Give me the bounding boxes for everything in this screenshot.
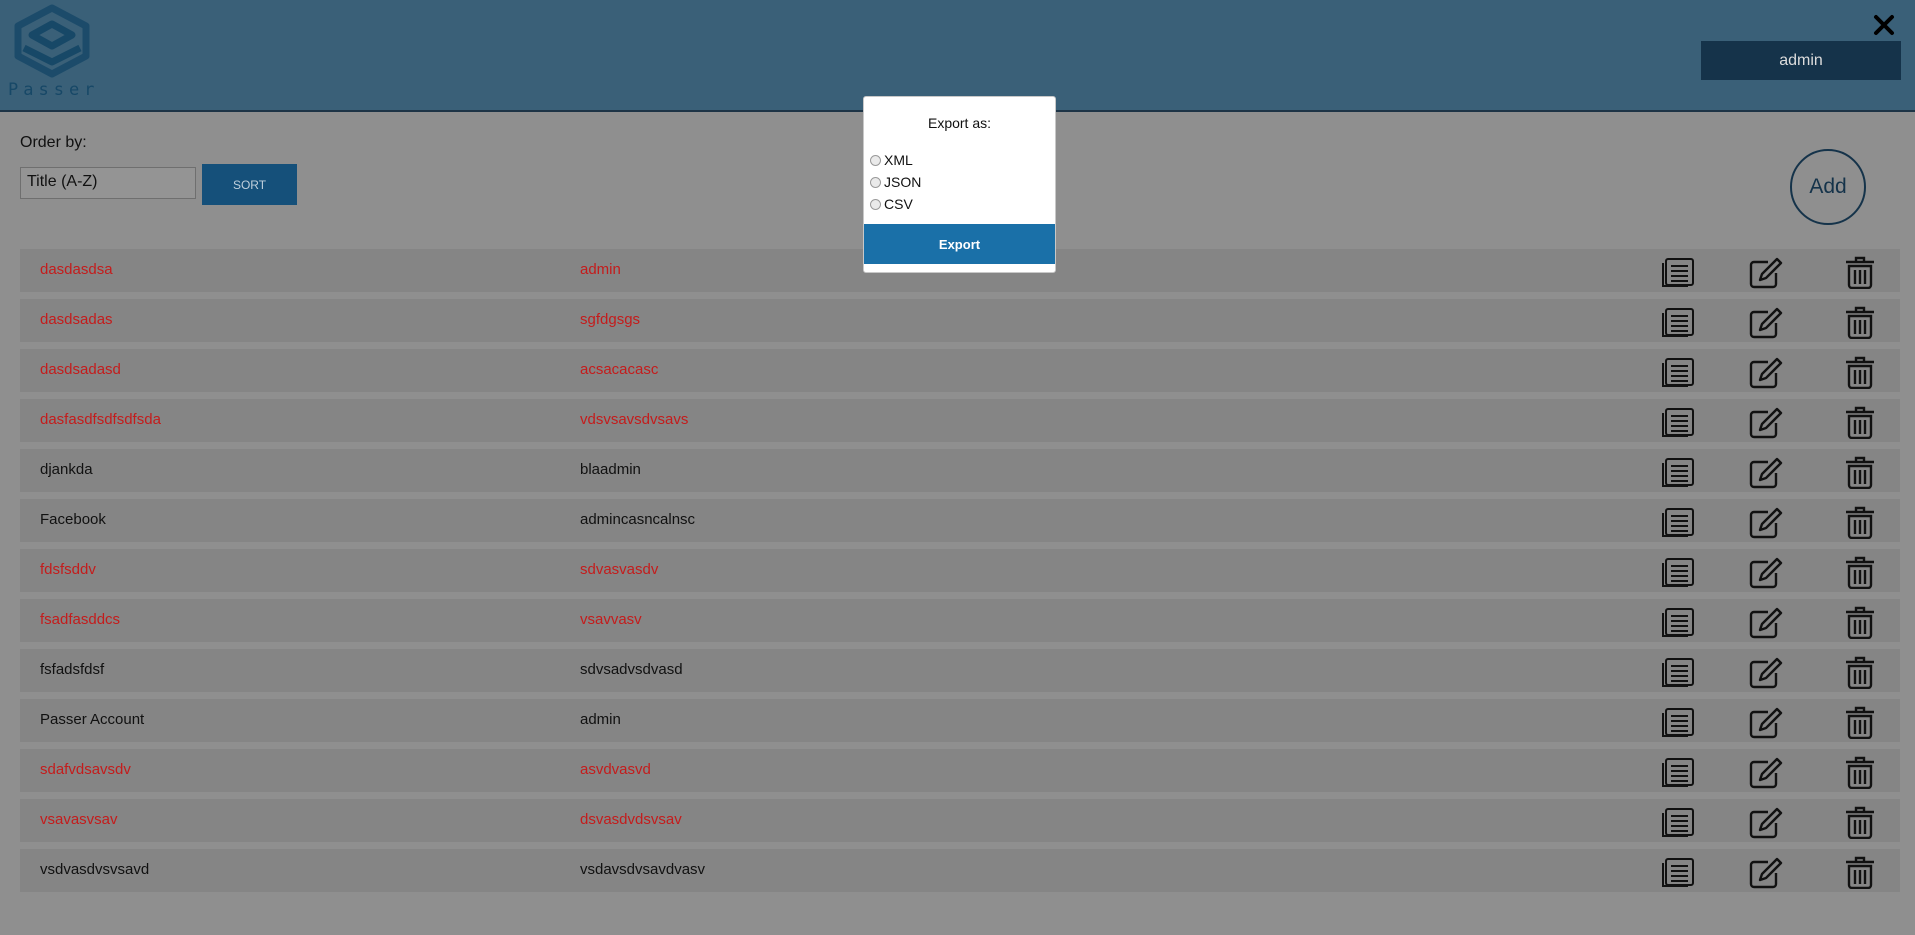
entry-username: admin bbox=[580, 711, 621, 728]
export-option-xml[interactable]: XML bbox=[870, 152, 913, 168]
trash-icon[interactable] bbox=[1842, 756, 1878, 790]
radio-xml[interactable] bbox=[870, 154, 881, 166]
view-icon[interactable] bbox=[1660, 506, 1696, 539]
trash-icon[interactable] bbox=[1842, 456, 1878, 490]
edit-icon[interactable] bbox=[1748, 306, 1784, 339]
table-row[interactable]: vsavasvsav dsvasdvdsvsav bbox=[20, 799, 1900, 842]
trash-icon[interactable] bbox=[1842, 856, 1878, 890]
edit-icon[interactable] bbox=[1748, 606, 1784, 639]
entry-title: vsdvasdvsvsavd bbox=[40, 861, 150, 878]
table-row[interactable]: djankda blaadmin bbox=[20, 449, 1900, 492]
user-menu-button[interactable]: admin bbox=[1701, 41, 1901, 80]
edit-icon[interactable] bbox=[1748, 456, 1784, 489]
trash-icon[interactable] bbox=[1842, 356, 1878, 390]
entry-username: sdvasvasdv bbox=[580, 561, 659, 578]
edit-icon[interactable] bbox=[1748, 406, 1784, 439]
entry-username: blaadmin bbox=[580, 461, 641, 478]
entry-title: djankda bbox=[40, 461, 93, 478]
entry-title: fdsfsddv bbox=[40, 561, 96, 578]
entry-username: vsdavsdvsavdvasv bbox=[580, 861, 706, 878]
entry-username: dsvasdvdsvsav bbox=[580, 811, 682, 828]
entry-username: sgfdgsgs bbox=[580, 311, 641, 328]
view-icon[interactable] bbox=[1660, 806, 1696, 839]
view-icon[interactable] bbox=[1660, 656, 1696, 689]
view-icon[interactable] bbox=[1660, 706, 1696, 739]
trash-icon[interactable] bbox=[1842, 656, 1878, 690]
export-dialog-title: Export as: bbox=[927, 115, 992, 131]
entry-title: Facebook bbox=[40, 511, 106, 528]
order-by-label: Order by: bbox=[20, 134, 87, 151]
view-icon[interactable] bbox=[1660, 356, 1696, 389]
entry-title: vsavasvsav bbox=[40, 811, 118, 828]
edit-icon[interactable] bbox=[1748, 656, 1784, 689]
entry-title: dasdsadasd bbox=[40, 361, 121, 378]
edit-icon[interactable] bbox=[1748, 256, 1784, 289]
entry-title: dasfasdfsdfsdfsda bbox=[40, 411, 161, 428]
view-icon[interactable] bbox=[1660, 406, 1696, 439]
table-row[interactable]: dasfasdfsdfsdfsda vdsvsavsdvsavs bbox=[20, 399, 1900, 442]
entry-username: acsacacasc bbox=[580, 361, 659, 378]
export-button[interactable]: Export bbox=[864, 224, 1055, 264]
trash-icon[interactable] bbox=[1842, 556, 1878, 590]
entry-title: Passer Account bbox=[40, 711, 145, 728]
entry-title: dasdsadas bbox=[40, 311, 113, 328]
edit-icon[interactable] bbox=[1748, 756, 1784, 789]
radio-csv[interactable] bbox=[870, 198, 881, 210]
table-row[interactable]: vsdvasdvsvsavd vsdavsdvsavdvasv bbox=[20, 849, 1900, 892]
export-option-label: CSV bbox=[884, 196, 913, 212]
trash-icon[interactable] bbox=[1842, 256, 1878, 290]
export-option-csv[interactable]: CSV bbox=[870, 196, 913, 212]
table-row[interactable]: fdsfsddv sdvasvasdv bbox=[20, 549, 1900, 592]
edit-icon[interactable] bbox=[1748, 706, 1784, 739]
export-dialog: Export as: XML JSON CSV Export bbox=[863, 96, 1056, 273]
table-row[interactable]: dasdsadasd acsacacasc bbox=[20, 349, 1900, 392]
close-icon[interactable] bbox=[1873, 14, 1895, 36]
export-option-label: XML bbox=[884, 152, 913, 168]
entries-list: dasdasdsa admin dasdsadas sgfdgsgs dasdsadas… bbox=[20, 249, 1900, 899]
trash-icon[interactable] bbox=[1842, 306, 1878, 340]
sort-button[interactable]: SORT bbox=[202, 164, 297, 205]
entry-title: dasdasdsa bbox=[40, 261, 113, 278]
trash-icon[interactable] bbox=[1842, 406, 1878, 440]
view-icon[interactable] bbox=[1660, 456, 1696, 489]
entry-title: fsfadsfdsf bbox=[40, 661, 105, 678]
view-icon[interactable] bbox=[1660, 606, 1696, 639]
order-by-select[interactable]: Title (A-Z) bbox=[20, 167, 196, 199]
table-row[interactable]: fsadfasddcs vsavvasv bbox=[20, 599, 1900, 642]
entry-username: sdvsadvsdvasd bbox=[580, 661, 683, 678]
entry-username: admin bbox=[580, 261, 621, 278]
edit-icon[interactable] bbox=[1748, 356, 1784, 389]
view-icon[interactable] bbox=[1660, 756, 1696, 789]
radio-json[interactable] bbox=[870, 176, 881, 188]
table-row[interactable]: Facebook admincasncalnsc bbox=[20, 499, 1900, 542]
export-option-json[interactable]: JSON bbox=[870, 174, 921, 190]
view-icon[interactable] bbox=[1660, 256, 1696, 289]
table-row[interactable]: dasdsadas sgfdgsgs bbox=[20, 299, 1900, 342]
entry-username: admincasncalnsc bbox=[580, 511, 696, 528]
entry-username: vdsvsavsdvsavs bbox=[580, 411, 689, 428]
view-icon[interactable] bbox=[1660, 556, 1696, 589]
trash-icon[interactable] bbox=[1842, 606, 1878, 640]
view-icon[interactable] bbox=[1660, 306, 1696, 339]
table-row[interactable]: fsfadsfdsf sdvsadvsdvasd bbox=[20, 649, 1900, 692]
table-row[interactable]: sdafvdsavsdv asvdvasvd bbox=[20, 749, 1900, 792]
table-row[interactable]: Passer Account admin bbox=[20, 699, 1900, 742]
edit-icon[interactable] bbox=[1748, 856, 1784, 889]
entry-username: asvdvasvd bbox=[580, 761, 651, 778]
entry-title: fsadfasddcs bbox=[40, 611, 121, 628]
edit-icon[interactable] bbox=[1748, 556, 1784, 589]
entry-username: vsavvasv bbox=[580, 611, 642, 628]
edit-icon[interactable] bbox=[1748, 506, 1784, 539]
edit-icon[interactable] bbox=[1748, 806, 1784, 839]
trash-icon[interactable] bbox=[1842, 706, 1878, 740]
trash-icon[interactable] bbox=[1842, 806, 1878, 840]
trash-icon[interactable] bbox=[1842, 506, 1878, 540]
view-icon[interactable] bbox=[1660, 856, 1696, 889]
logo-text: Passer bbox=[8, 80, 100, 100]
entry-title: sdafvdsavsdv bbox=[40, 761, 131, 778]
add-button[interactable]: Add bbox=[1790, 149, 1866, 225]
export-option-label: JSON bbox=[884, 174, 922, 190]
